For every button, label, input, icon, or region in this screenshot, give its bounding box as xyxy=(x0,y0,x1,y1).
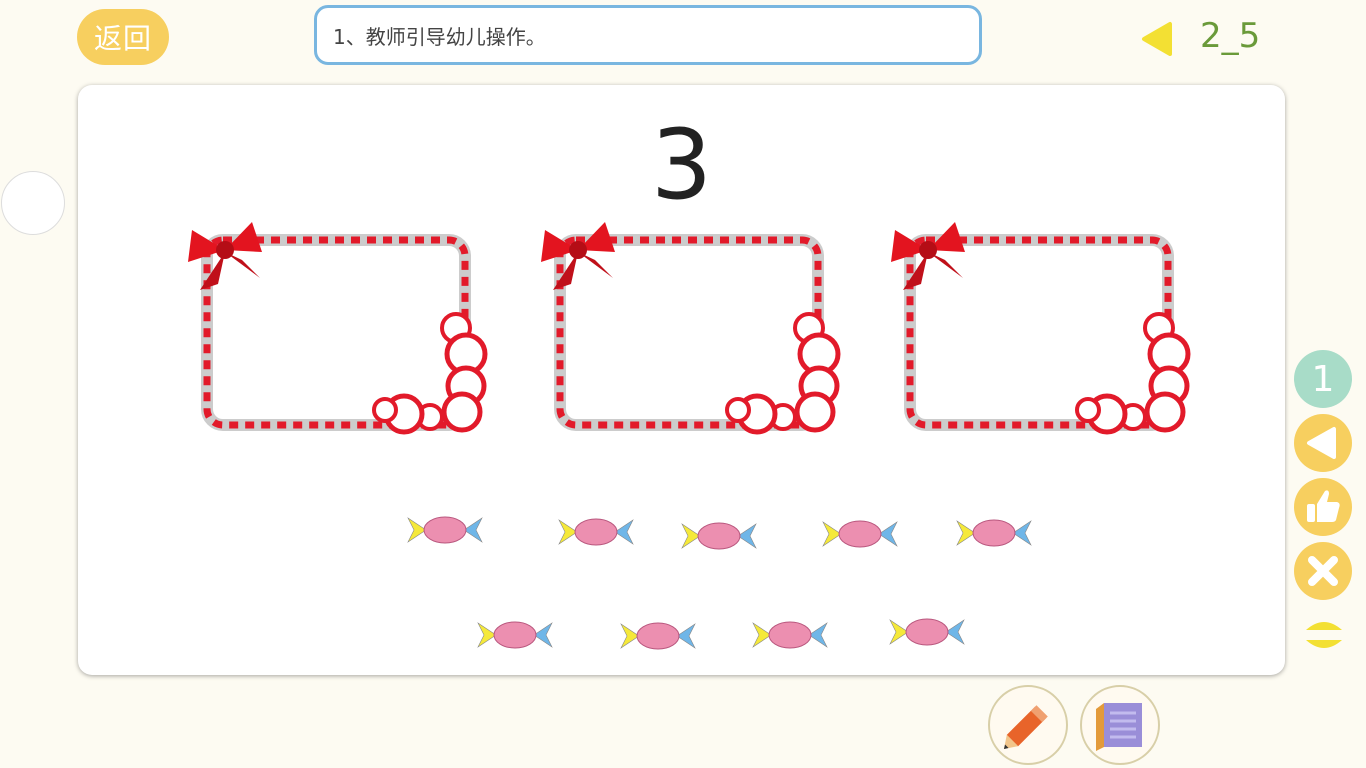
candy-icon[interactable] xyxy=(557,514,635,550)
candy-icon[interactable] xyxy=(406,512,484,548)
activity-card: 3 xyxy=(78,85,1285,675)
instruction-box: 1、教师引导幼儿操作。 xyxy=(314,5,982,65)
candy-icon[interactable] xyxy=(821,516,899,552)
candy-icon[interactable] xyxy=(680,518,758,554)
back-button[interactable]: 返回 xyxy=(77,9,169,65)
candy-frame-2[interactable] xyxy=(533,212,843,442)
book-tool-button[interactable] xyxy=(1080,685,1160,765)
page-indicator: 2_5 xyxy=(1200,16,1261,56)
prev-page-icon[interactable] xyxy=(1140,20,1174,58)
candy-frame-3[interactable] xyxy=(883,212,1193,442)
close-icon[interactable] xyxy=(1294,542,1352,600)
pencil-tool-button[interactable] xyxy=(988,685,1068,765)
up-down-icon[interactable] xyxy=(1302,616,1346,654)
candy-frame-1[interactable] xyxy=(180,212,490,442)
candy-icon[interactable] xyxy=(619,618,697,654)
thumbs-up-icon[interactable] xyxy=(1294,478,1352,536)
book-icon xyxy=(1096,703,1142,751)
side-handle[interactable] xyxy=(1,171,65,235)
candy-icon[interactable] xyxy=(955,515,1033,551)
candy-icon[interactable] xyxy=(751,617,829,653)
target-number: 3 xyxy=(650,109,713,221)
pencil-icon xyxy=(1003,705,1048,750)
candy-icon[interactable] xyxy=(476,617,554,653)
candy-icon[interactable] xyxy=(888,614,966,650)
step-number-button[interactable]: 1 xyxy=(1294,350,1352,408)
instruction-text: 1、教师引导幼儿操作。 xyxy=(333,24,546,49)
back-arrow-icon[interactable] xyxy=(1294,414,1352,472)
